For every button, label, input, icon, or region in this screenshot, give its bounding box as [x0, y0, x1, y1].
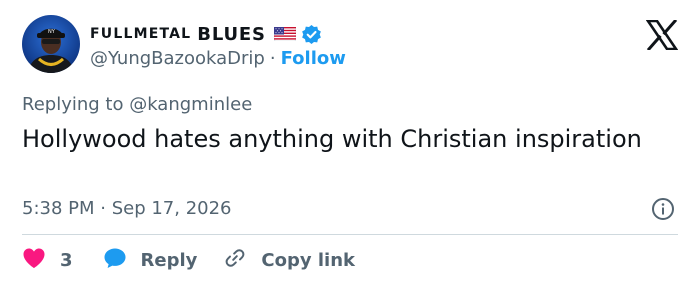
- display-name[interactable]: FULLMETAL BLUES: [90, 22, 322, 46]
- author-handle[interactable]: @YungBazookaDrip: [90, 48, 265, 69]
- svg-text:NY: NY: [48, 29, 56, 35]
- reply-button[interactable]: Reply: [103, 247, 198, 273]
- like-count: 3: [60, 249, 73, 271]
- copy-link-button[interactable]: Copy link: [223, 246, 355, 274]
- separator-dot: ·: [269, 48, 276, 69]
- reply-bubble-icon: [103, 247, 127, 273]
- x-logo-icon[interactable]: [645, 18, 679, 52]
- action-bar: 3 Reply Copy link: [22, 246, 355, 274]
- copy-link-label: Copy link: [261, 249, 355, 271]
- tweet-timestamp[interactable]: 5:38 PM · Sep 17, 2026: [22, 198, 232, 219]
- divider: [22, 234, 678, 235]
- replying-to-mention[interactable]: @kangminlee: [129, 94, 252, 115]
- reply-label: Reply: [140, 249, 198, 271]
- follow-button[interactable]: Follow: [281, 48, 346, 69]
- us-flag-icon: [273, 27, 296, 41]
- display-name-second[interactable]: BLUES: [197, 24, 265, 45]
- handle-row: @YungBazookaDrip · Follow: [90, 48, 346, 69]
- display-name-first[interactable]: FULLMETAL: [90, 26, 191, 42]
- heart-icon: [22, 247, 46, 273]
- avatar[interactable]: NY: [22, 15, 80, 73]
- link-icon: [223, 246, 247, 274]
- verified-badge-icon[interactable]: [301, 24, 322, 45]
- tweet-card: NY FULLMETAL BLUES @YungBazookaDrip · Fo…: [0, 0, 700, 287]
- like-button[interactable]: 3: [22, 247, 73, 273]
- info-icon[interactable]: [651, 197, 675, 221]
- replying-to-prefix: Replying to: [22, 94, 130, 115]
- replying-to: Replying to @kangminlee: [22, 94, 252, 115]
- tweet-text: Hollywood hates anything with Christian …: [22, 125, 642, 153]
